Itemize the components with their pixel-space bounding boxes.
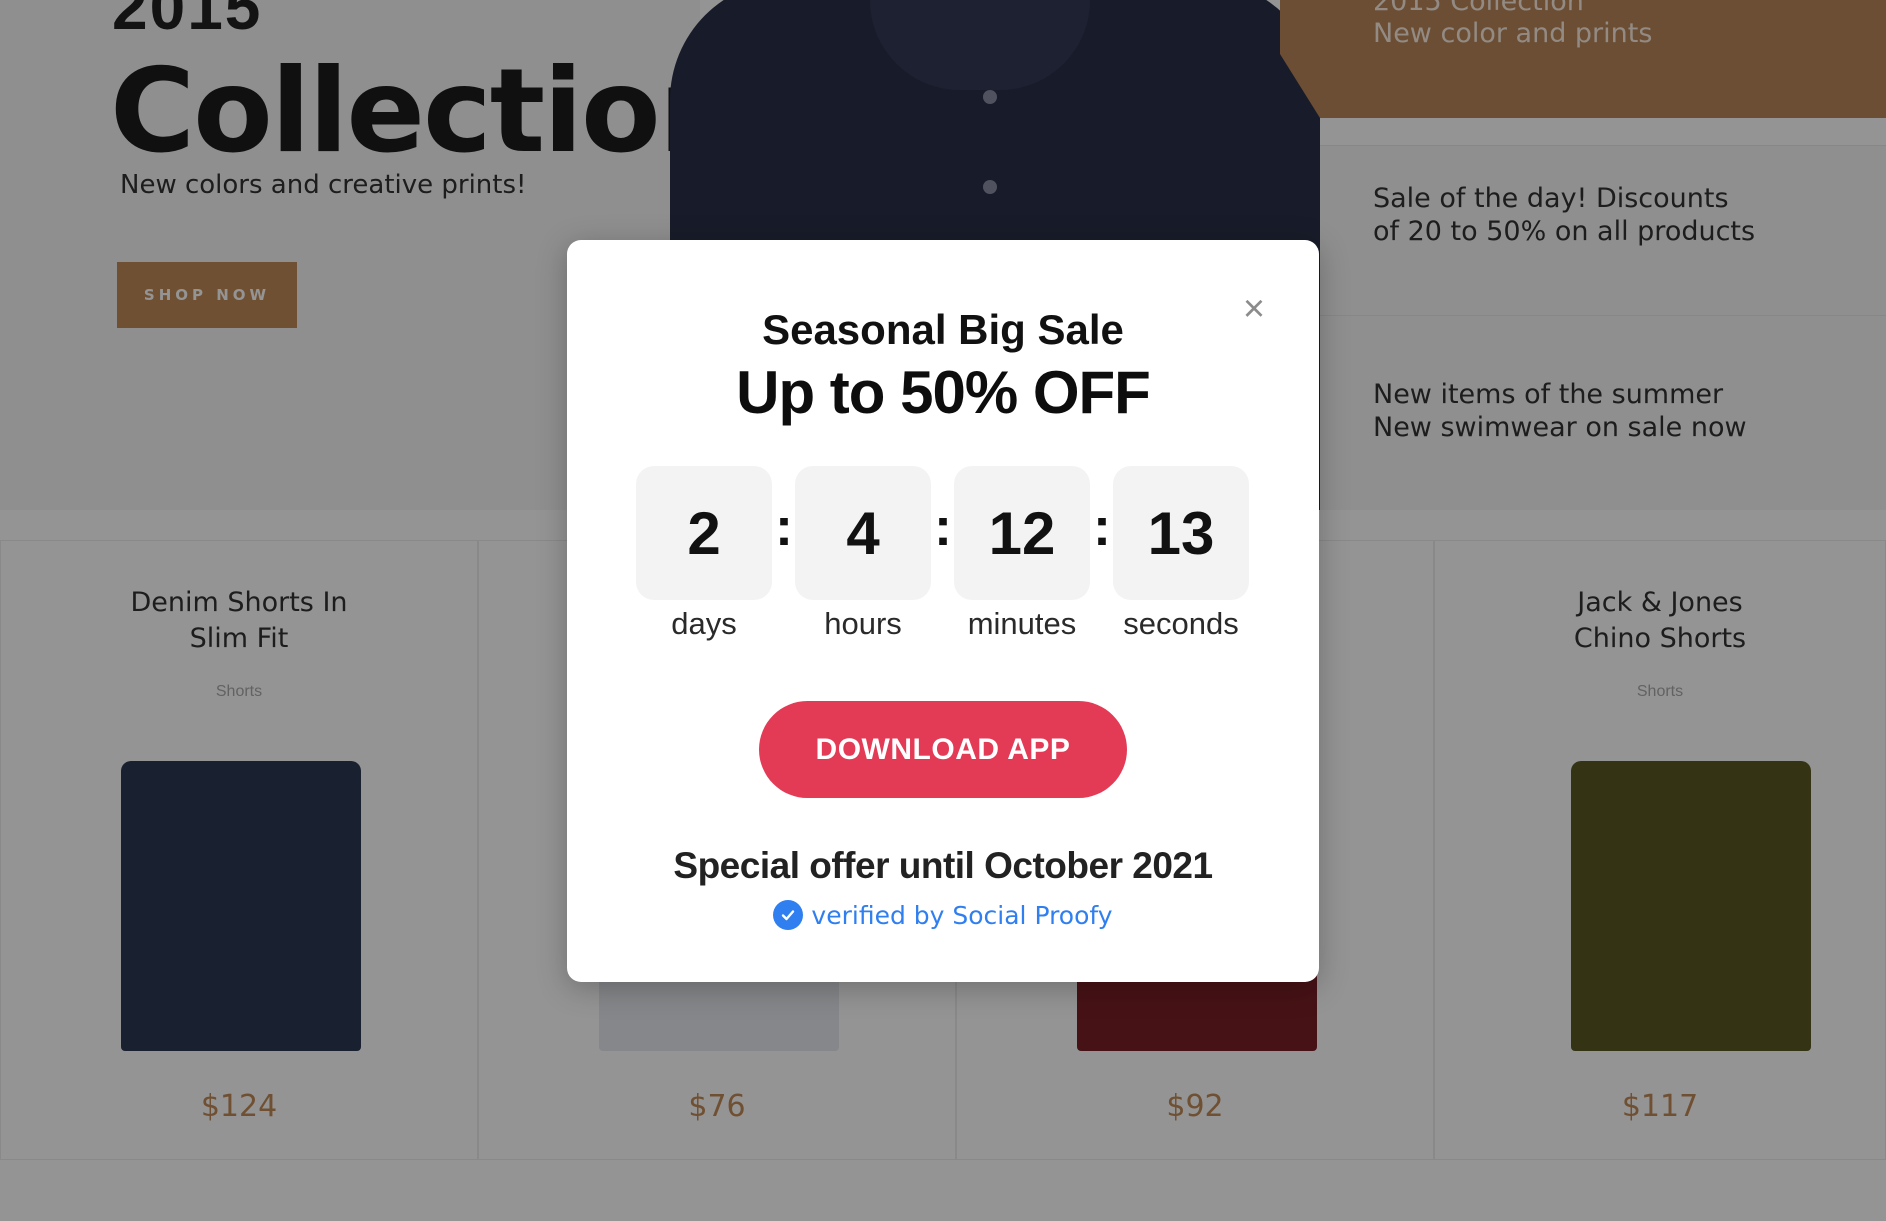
- offer-text: Special offer until October 2021: [673, 845, 1213, 886]
- countdown-value: 2: [636, 466, 772, 600]
- countdown-hours: 4 hours: [795, 466, 931, 642]
- countdown-value: 4: [795, 466, 931, 600]
- countdown-seconds: 13 seconds: [1113, 466, 1249, 642]
- countdown-timer: 2 days : 4 hours : 12 minutes : 13 secon…: [636, 466, 1250, 641]
- countdown-label: hours: [824, 606, 902, 641]
- countdown-label: seconds: [1123, 606, 1239, 641]
- countdown-separator: :: [1093, 497, 1111, 557]
- countdown-separator: :: [775, 497, 793, 557]
- countdown-value: 13: [1113, 466, 1249, 600]
- sale-popup: × Seasonal Big Sale Up to 50% OFF 2 days…: [567, 240, 1319, 982]
- countdown-value: 12: [954, 466, 1090, 600]
- verified-text: verified by Social Proofy: [811, 900, 1113, 930]
- popup-headline: Up to 50% OFF: [736, 359, 1151, 426]
- popup-title: Seasonal Big Sale: [762, 306, 1124, 353]
- download-app-button[interactable]: DOWNLOAD APP: [759, 701, 1127, 798]
- countdown-label: days: [671, 606, 737, 641]
- countdown-minutes: 12 minutes: [954, 466, 1090, 642]
- countdown-separator: :: [934, 497, 952, 557]
- countdown-label: minutes: [967, 606, 1077, 641]
- check-badge-icon: [773, 900, 804, 930]
- countdown-days: 2 days: [636, 466, 772, 642]
- verified-badge[interactable]: verified by Social Proofy: [567, 900, 1319, 930]
